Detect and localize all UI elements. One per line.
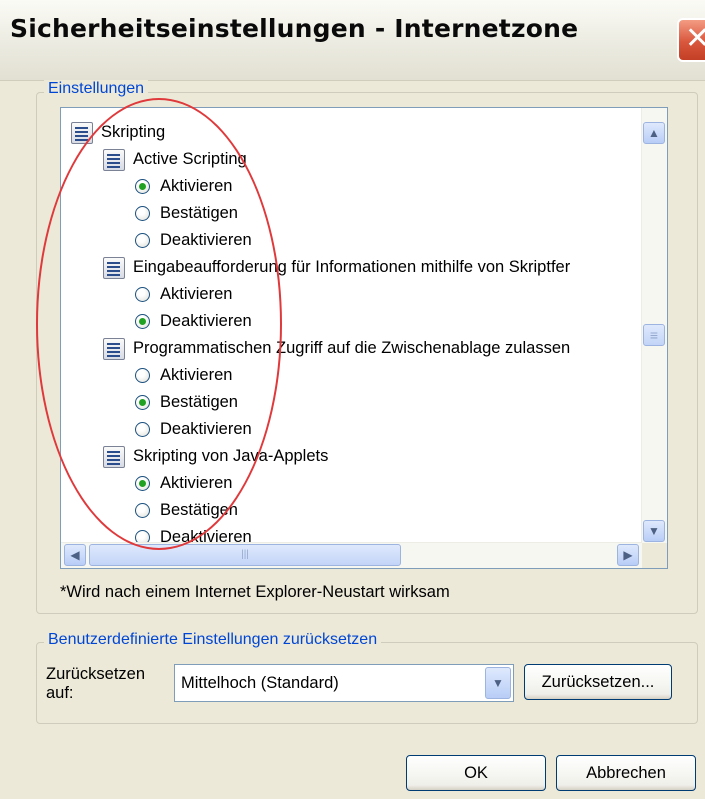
settings-listbox[interactable]: Skripting Active Scripting Aktivieren Bestä… <box>60 107 668 569</box>
radio-option[interactable]: Aktivieren <box>135 281 232 308</box>
radio-option[interactable]: Deaktivieren <box>135 416 252 443</box>
scrollbar-corner <box>642 543 667 568</box>
tree-item-label: Skripting von Java-Applets <box>133 447 329 465</box>
tree-item-label: Deaktivieren <box>160 312 252 330</box>
setting-item: Skripting von Java-Applets <box>103 443 328 470</box>
reset-group-label: Benutzerdefinierte Einstellungen zurücks… <box>44 631 382 649</box>
radio-button[interactable] <box>135 314 150 329</box>
close-icon[interactable]: ✕ <box>677 18 705 62</box>
script-settings-icon <box>103 256 125 279</box>
tree-item-label: Aktivieren <box>160 285 233 303</box>
vertical-scrollbar[interactable]: ▲ ≡ ▼ <box>641 108 667 543</box>
horizontal-scroll-thumb[interactable]: ||| <box>89 544 401 566</box>
ok-button[interactable]: OK <box>406 755 546 791</box>
radio-option[interactable]: Bestätigen <box>135 389 238 416</box>
radio-button[interactable] <box>135 206 150 221</box>
radio-button[interactable] <box>135 179 150 194</box>
tree-item-label: Aktivieren <box>160 474 233 492</box>
tree-item-label: Active Scripting <box>133 150 247 168</box>
radio-button[interactable] <box>135 368 150 383</box>
script-settings-icon <box>103 148 125 171</box>
scroll-right-button[interactable]: ▶ <box>617 544 639 566</box>
reset-level-value: Mittelhoch (Standard) <box>181 674 339 692</box>
vertical-scroll-thumb[interactable]: ≡ <box>643 324 665 346</box>
restart-note: *Wird nach einem Internet Explorer-Neust… <box>60 583 450 601</box>
chevron-down-icon[interactable]: ▼ <box>485 667 511 699</box>
radio-option[interactable]: Bestätigen <box>135 200 238 227</box>
tree-item-label: Deaktivieren <box>160 528 252 543</box>
tree-item-label: Aktivieren <box>160 177 233 195</box>
tree-item-label: Programmatischen Zugriff auf die Zwische… <box>133 339 571 357</box>
scroll-left-button[interactable]: ◀ <box>64 544 86 566</box>
radio-button[interactable] <box>135 476 150 491</box>
settings-tree: Skripting Active Scripting Aktivieren Bestä… <box>61 108 642 543</box>
radio-button[interactable] <box>135 395 150 410</box>
category-item: Skripting <box>71 119 165 146</box>
horizontal-scrollbar[interactable]: ◀ ||| ▶ <box>61 542 642 568</box>
scroll-down-button[interactable]: ▼ <box>643 520 665 542</box>
reset-level-select[interactable]: Mittelhoch (Standard) ▼ <box>174 664 514 702</box>
radio-button[interactable] <box>135 233 150 248</box>
tree-item-label: Deaktivieren <box>160 231 252 249</box>
scroll-up-button[interactable]: ▲ <box>643 122 665 144</box>
radio-option[interactable]: Deaktivieren <box>135 308 252 335</box>
radio-option[interactable]: Aktivieren <box>135 470 232 497</box>
radio-button[interactable] <box>135 422 150 437</box>
tree-item-label: Eingabeaufforderung für Informationen mi… <box>133 258 571 276</box>
radio-option[interactable]: Deaktivieren <box>135 524 252 543</box>
radio-option[interactable]: Deaktivieren <box>135 227 252 254</box>
reset-button[interactable]: Zurücksetzen... <box>524 664 672 700</box>
setting-item: Eingabeaufforderung für Informationen mi… <box>103 254 570 281</box>
tree-item-label: Bestätigen <box>160 393 238 411</box>
radio-option[interactable]: Bestätigen <box>135 497 238 524</box>
radio-button[interactable] <box>135 503 150 518</box>
tree-item-label: Bestätigen <box>160 204 238 222</box>
tree-item-label: Bestätigen <box>160 501 238 519</box>
settings-group-label: Einstellungen <box>44 80 149 98</box>
tree-item-label: Deaktivieren <box>160 420 252 438</box>
script-settings-icon <box>71 121 93 144</box>
script-settings-icon <box>103 445 125 468</box>
setting-item: Programmatischen Zugriff auf die Zwische… <box>103 335 570 362</box>
cancel-button[interactable]: Abbrechen <box>556 755 696 791</box>
radio-option[interactable]: Aktivieren <box>135 173 232 200</box>
title-bar[interactable]: Sicherheitseinstellungen - Internetzone … <box>0 0 705 81</box>
reset-to-label: Zurücksetzen auf: <box>46 665 146 702</box>
tree-item-label: Aktivieren <box>160 366 233 384</box>
script-settings-icon <box>103 337 125 360</box>
radio-option[interactable]: Aktivieren <box>135 362 232 389</box>
window-title: Sicherheitseinstellungen - Internetzone <box>10 14 579 43</box>
tree-item-label: Skripting <box>101 123 166 141</box>
radio-button[interactable] <box>135 287 150 302</box>
setting-item: Active Scripting <box>103 146 247 173</box>
